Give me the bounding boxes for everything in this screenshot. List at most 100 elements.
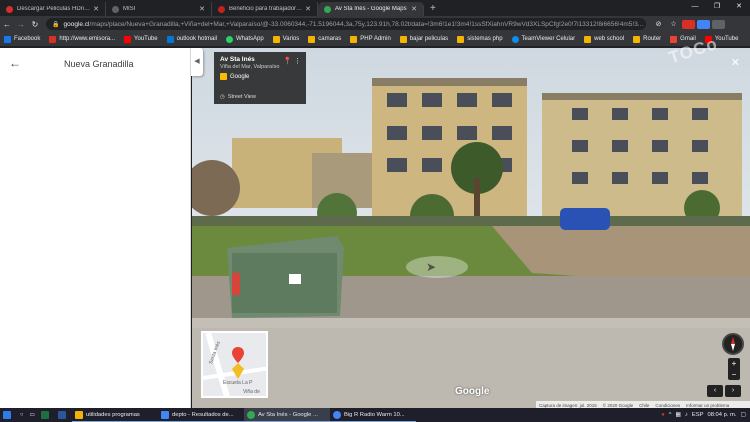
location-pin-icon[interactable]: 📍: [283, 57, 292, 65]
word-pinned[interactable]: [55, 408, 72, 422]
taskbar-window-label: Big R Radio Warm 10...: [344, 411, 405, 418]
gmail-icon: [670, 35, 678, 43]
provider-label: Google: [230, 73, 250, 80]
pan-right-icon[interactable]: ›: [725, 385, 741, 397]
more-options-icon[interactable]: ⋮: [294, 57, 301, 65]
country-link[interactable]: Chile: [639, 403, 649, 408]
capture-date: Captura de imagen: jul. 2015: [539, 402, 597, 408]
teamviewer-icon: [511, 35, 519, 43]
windows-logo-icon: [3, 411, 11, 419]
tab-beneficio[interactable]: Beneficio para trabajadores indep... ✕: [212, 2, 318, 16]
google-logo: Google: [455, 386, 490, 397]
bookmark-folder-php-admin[interactable]: PHP Admin: [350, 35, 391, 43]
minimize-button[interactable]: —: [684, 0, 706, 14]
clock-icon: ◷: [220, 94, 225, 100]
bookmark-label: bajar peliculas: [409, 36, 449, 42]
terms-link[interactable]: Condiciones: [655, 403, 680, 408]
maximize-button[interactable]: ❐: [706, 0, 728, 14]
minimap-place-label: Escuela La P: [223, 380, 253, 386]
pan-left-icon[interactable]: ‹: [707, 385, 723, 397]
tab-peliculas[interactable]: Descargar Peliculas HDrip por To... ✕: [0, 2, 106, 16]
network-icon[interactable]: ▦: [676, 412, 681, 418]
bookmark-label: TeamViewer Celular: [521, 36, 576, 42]
google-pegman-icon: [220, 73, 227, 80]
tab-google-maps[interactable]: Av Sta Inés - Google Maps ✕: [318, 2, 424, 16]
address-bar[interactable]: 🔒 google.cl /maps/place/Nueva+Granadilla…: [46, 18, 646, 30]
bookmark-folder-varios[interactable]: Varios: [272, 35, 299, 43]
compass-button[interactable]: [722, 333, 744, 355]
back-arrow-icon[interactable]: ←: [9, 56, 21, 70]
street-view-time-toggle[interactable]: ◷ Street View: [220, 94, 256, 100]
bookmark-folder-bajar[interactable]: bajar peliculas: [399, 35, 449, 43]
folder-icon: [633, 35, 641, 43]
youtube-icon: [124, 35, 132, 43]
bookmark-teamviewer[interactable]: TeamViewer Celular: [511, 35, 576, 43]
taskbar: ○ ▭ utilidades programas depto - Resulta…: [0, 408, 750, 422]
notification-icon[interactable]: ▢: [741, 412, 746, 418]
folder-icon: [350, 35, 358, 43]
close-street-view-icon[interactable]: ✕: [731, 56, 740, 69]
zoom-in-button[interactable]: +: [728, 358, 740, 369]
star-icon[interactable]: ☆: [667, 20, 680, 29]
bookmark-folder-sistemas[interactable]: sistemas php: [457, 35, 503, 43]
tab-close-icon[interactable]: ✕: [305, 5, 311, 13]
collapse-panel-button[interactable]: ◀: [191, 48, 203, 76]
reload-icon[interactable]: ↻: [28, 20, 42, 29]
chevron-up-icon[interactable]: ^: [669, 412, 672, 418]
street-view-nav-arrow[interactable]: ➤: [406, 256, 468, 278]
back-arrow-icon[interactable]: ←: [0, 20, 14, 29]
report-problem-link[interactable]: Informar un problema: [686, 403, 729, 408]
taskbar-window-depto[interactable]: depto - Resultados de...: [158, 408, 244, 422]
clock-time[interactable]: 08:04 p. m.: [708, 412, 737, 418]
input-language[interactable]: ESP: [692, 412, 704, 418]
bookmark-folder-camaras[interactable]: camaras: [308, 35, 341, 43]
excel-pinned[interactable]: [38, 408, 55, 422]
forward-arrow-icon[interactable]: →: [14, 20, 28, 29]
bookmark-label: web school: [594, 36, 625, 42]
window-controls: — ❐ ✕: [684, 0, 750, 14]
folder-icon: [399, 35, 407, 43]
extension-blue-icon[interactable]: [697, 19, 710, 29]
bookmark-label: YouTube: [134, 36, 158, 42]
facebook-icon: [4, 35, 11, 43]
extension-box-icon[interactable]: [712, 19, 725, 29]
extension-red-icon[interactable]: [682, 19, 695, 29]
tab-close-icon[interactable]: ✕: [93, 5, 99, 13]
bookmark-folder-router[interactable]: Router: [633, 35, 662, 43]
pan-arrows: ‹ ›: [705, 385, 741, 397]
tray-app-icon[interactable]: ●: [661, 412, 665, 418]
bookmark-folder-web-school[interactable]: web school: [584, 35, 625, 43]
task-view-icon: ▭: [29, 412, 35, 418]
search-button[interactable]: ○: [17, 408, 27, 422]
bookmark-label: WhatsApp: [235, 36, 264, 42]
tab-close-icon[interactable]: ✕: [199, 5, 205, 13]
new-tab-button[interactable]: +: [424, 2, 442, 16]
minimap[interactable]: Santa Inés Escuela La P Viña de: [201, 331, 268, 398]
close-window-button[interactable]: ✕: [728, 0, 750, 14]
site-settings-icon[interactable]: ⊘: [652, 20, 665, 29]
taskbar-window-label: Av Sta Inés - Google ...: [258, 411, 318, 418]
bookmark-emisora[interactable]: http://www.emisora...: [49, 35, 115, 43]
bookmark-facebook[interactable]: Facebook: [4, 35, 40, 43]
lock-icon: 🔒: [52, 21, 60, 28]
bookmark-label: Router: [643, 36, 662, 42]
volume-icon[interactable]: ♪: [685, 412, 688, 418]
tab-close-icon[interactable]: ✕: [411, 5, 417, 13]
taskbar-window-maps[interactable]: Av Sta Inés - Google ...: [244, 408, 330, 422]
zoom-out-button[interactable]: −: [728, 369, 740, 380]
bookmark-outlook[interactable]: outlook hotmail: [166, 35, 217, 43]
taskbar-window-explorer[interactable]: utilidades programas: [72, 408, 158, 422]
browser-toolbar: ← → ↻ 🔒 google.cl /maps/place/Nueva+Gran…: [0, 16, 750, 32]
start-button[interactable]: [0, 408, 17, 422]
bookmark-youtube[interactable]: YouTube: [124, 35, 158, 43]
bookmark-label: sistemas php: [467, 36, 503, 42]
tab-misi[interactable]: MISI ✕: [106, 2, 212, 16]
tab-strip: Descargar Peliculas HDrip por To... ✕ MI…: [0, 0, 750, 16]
taskbar-window-radio[interactable]: Big R Radio Warm 10...: [330, 408, 416, 422]
bookmark-whatsapp[interactable]: WhatsApp: [225, 35, 264, 43]
task-view-button[interactable]: ▭: [27, 408, 38, 422]
view-cone-icon: [232, 363, 244, 379]
folder-icon: [457, 35, 465, 43]
flag-icon: [49, 35, 57, 43]
tab-label: MISI: [123, 6, 136, 12]
